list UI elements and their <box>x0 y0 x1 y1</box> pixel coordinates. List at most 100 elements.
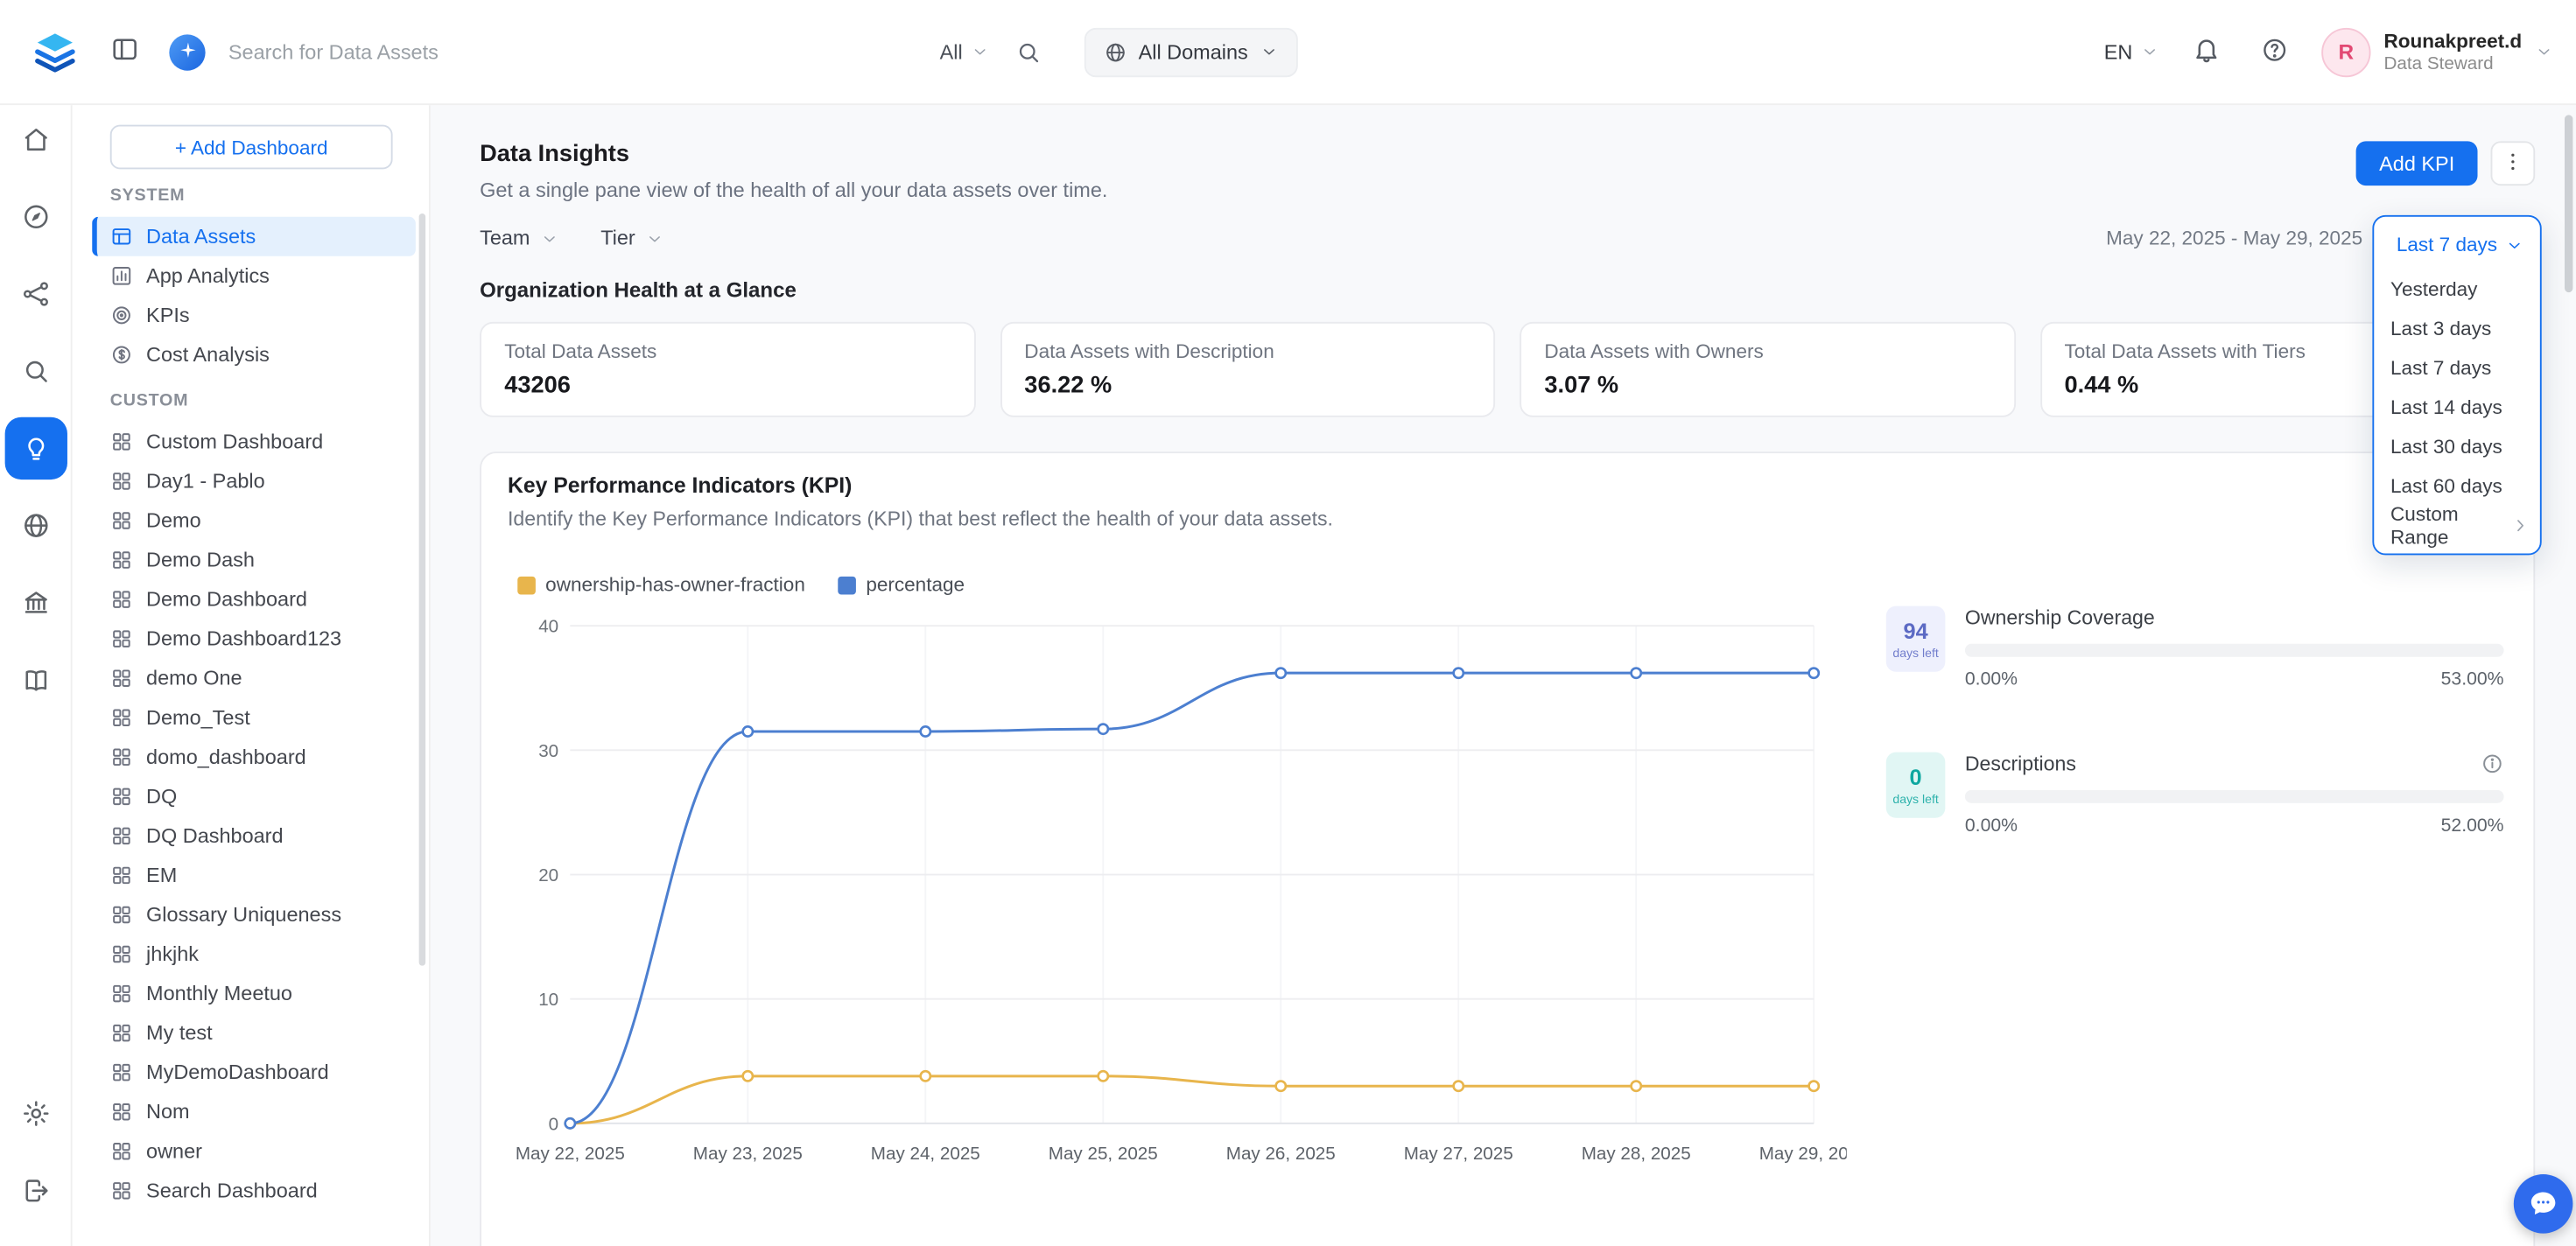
sidebar-item-demo-dashboard123[interactable]: Demo Dashboard123 <box>73 620 429 659</box>
rail-glossary-button[interactable] <box>4 648 67 710</box>
main-scrollbar[interactable] <box>2565 115 2572 292</box>
rail-settings-button[interactable] <box>4 1082 67 1144</box>
sidebar-item-nom[interactable]: Nom <box>73 1092 429 1131</box>
user-name: Rounakpreet.d <box>2383 30 2522 52</box>
sidebar-item-day1-pablo[interactable]: Day1 - Pablo <box>73 461 429 500</box>
sidebar-item-jhkjhk[interactable]: jhkjhk <box>73 934 429 974</box>
sidebar-item-label: Glossary Uniqueness <box>146 903 341 926</box>
chat-widget-button[interactable] <box>2514 1174 2573 1234</box>
sidebar-item-data-assets[interactable]: Data Assets <box>92 217 416 256</box>
chevron-down-icon <box>2505 235 2523 254</box>
app-logo-icon[interactable] <box>33 30 78 74</box>
search-icon[interactable] <box>1015 38 1042 65</box>
info-icon[interactable] <box>2481 752 2503 775</box>
grid-icon <box>110 1021 133 1044</box>
sidebar-item-label: Day1 - Pablo <box>146 470 265 493</box>
sidebar-scrollbar[interactable] <box>419 214 426 966</box>
search-scope-dropdown[interactable]: All <box>940 40 989 63</box>
sidebar-item-glossary-uniqueness[interactable]: Glossary Uniqueness <box>73 895 429 934</box>
search-icon <box>1015 38 1042 65</box>
add-kpi-button[interactable]: Add KPI <box>2356 141 2478 186</box>
sidebar-item-custom-dashboard[interactable]: Custom Dashboard <box>73 422 429 461</box>
table-icon <box>110 225 133 248</box>
chevron-down-icon <box>2535 43 2553 61</box>
sidebar-section-label: SYSTEM <box>110 186 429 206</box>
legend-item-ownership-has-owner-fraction[interactable]: ownership-has-owner-fraction <box>517 573 805 596</box>
range-selector-trigger[interactable]: Last 7 days <box>2374 217 2540 270</box>
sidebar-item-my-test[interactable]: My test <box>73 1013 429 1053</box>
sidebar-item-monthly-meetuo[interactable]: Monthly Meetuo <box>73 974 429 1013</box>
grid-icon <box>110 942 133 965</box>
svg-text:20: 20 <box>538 865 558 886</box>
sidebar-item-dq-dashboard[interactable]: DQ Dashboard <box>73 816 429 856</box>
sidebar-item-em[interactable]: EM <box>73 856 429 895</box>
team-filter[interactable]: Team <box>480 227 558 249</box>
sidebar-item-demo-dashboard[interactable]: Demo Dashboard <box>73 580 429 620</box>
glance-card-total-assets[interactable]: Total Data Assets 43206 <box>480 322 975 417</box>
sidebar-item-label: domo_dashboard <box>146 746 306 768</box>
range-option-last-60-days[interactable]: Last 60 days <box>2374 466 2540 506</box>
sidebar-item-demo-dash[interactable]: Demo Dash <box>73 541 429 580</box>
kpi-card: Key Performance Indicators (KPI) Identif… <box>480 452 2535 1246</box>
rail-observability-button[interactable] <box>4 340 67 402</box>
range-option-last-3-days[interactable]: Last 3 days <box>2374 309 2540 348</box>
rail-lineage-button[interactable] <box>4 262 67 325</box>
search-input[interactable] <box>228 40 927 63</box>
grid-icon <box>110 549 133 571</box>
grid-icon <box>110 746 133 768</box>
govern-icon <box>20 588 50 618</box>
page-title: Data Insights <box>480 141 1107 167</box>
legend-item-percentage[interactable]: percentage <box>838 573 965 596</box>
sidebar-toggle-button[interactable] <box>103 28 146 75</box>
rail-explore-button[interactable] <box>4 186 67 248</box>
glance-cards: Total Data Assets 43206 Data Assets with… <box>480 322 2535 417</box>
tier-filter[interactable]: Tier <box>600 227 663 249</box>
range-option-last-30-days[interactable]: Last 30 days <box>2374 427 2540 466</box>
sidebar-item-demo-test[interactable]: Demo_Test <box>73 698 429 738</box>
rail-domains-button[interactable] <box>4 494 67 556</box>
rail-insights-button[interactable] <box>4 417 67 480</box>
sidebar-item-owner[interactable]: owner <box>73 1131 429 1171</box>
page-header: Data Insights Get a single pane view of … <box>480 141 2535 201</box>
topbar: All All Domains EN R Rouna <box>0 0 2576 105</box>
sidebar-item-app-analytics[interactable]: App Analytics <box>73 256 429 296</box>
rail-logout-button[interactable] <box>4 1159 67 1222</box>
glossary-icon <box>20 665 50 695</box>
sidebar-item-search-dashboard[interactable]: Search Dashboard <box>73 1171 429 1210</box>
range-option-last-14-days[interactable]: Last 14 days <box>2374 388 2540 427</box>
range-option-last-7-days[interactable]: Last 7 days <box>2374 348 2540 388</box>
range-option-label: Last 60 days <box>2390 474 2502 497</box>
days-left-value: 94 <box>1903 619 1927 643</box>
sidebar-item-dq[interactable]: DQ <box>73 777 429 816</box>
glance-card-owners[interactable]: Data Assets with Owners 3.07 % <box>1520 322 2015 417</box>
sidebar-item-mydemodashboard[interactable]: MyDemoDashboard <box>73 1053 429 1092</box>
rail-govern-button[interactable] <box>4 571 67 634</box>
sidebar-item-demo-one[interactable]: demo One <box>73 659 429 698</box>
range-option-yesterday[interactable]: Yesterday <box>2374 270 2540 309</box>
sidebar-item-demo[interactable]: Demo <box>73 500 429 540</box>
grid-icon <box>110 1140 133 1163</box>
notifications-button[interactable] <box>2185 28 2228 75</box>
user-menu[interactable]: R Rounakpreet.d Data Steward <box>2321 27 2553 76</box>
sidebar-item-domo-dashboard[interactable]: domo_dashboard <box>73 738 429 777</box>
chevron-down-icon <box>1260 43 1278 61</box>
glance-card-description[interactable]: Data Assets with Description 36.22 % <box>1000 322 1495 417</box>
target-icon <box>110 304 133 326</box>
panel-toggle-icon <box>110 34 140 68</box>
kebab-icon <box>2501 149 2525 178</box>
sidebar-item-kpis[interactable]: KPIs <box>73 296 429 335</box>
more-options-button[interactable] <box>2491 141 2536 186</box>
help-button[interactable] <box>2254 29 2295 75</box>
rail-home-button[interactable] <box>4 108 67 171</box>
language-selector[interactable]: EN <box>2104 40 2159 63</box>
add-dashboard-button[interactable]: + Add Dashboard <box>110 125 393 170</box>
table-icon <box>110 225 133 248</box>
domains-filter-button[interactable]: All Domains <box>1084 27 1297 76</box>
chevron-down-icon <box>971 43 989 61</box>
ai-assistant-button[interactable] <box>169 33 205 69</box>
range-option-label: Yesterday <box>2390 277 2477 300</box>
kpi-chart: May 22, 2025May 23, 2025May 24, 2025May … <box>508 606 1847 1181</box>
range-option-custom-range[interactable]: Custom Range <box>2374 506 2540 545</box>
sidebar-item-label: Data Assets <box>146 225 256 248</box>
sidebar-item-cost-analysis[interactable]: Cost Analysis <box>73 335 429 374</box>
